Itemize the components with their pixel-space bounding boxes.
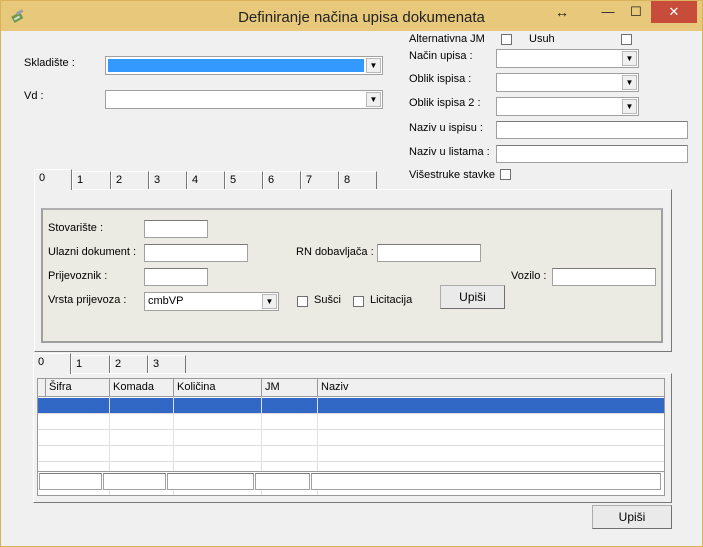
bottom-tab-0[interactable]: 0: [33, 353, 71, 374]
susci-checkbox[interactable]: [297, 296, 308, 307]
vrsta-prijevoza-label: Vrsta prijevoza :: [48, 294, 127, 306]
vozilo-input[interactable]: [552, 268, 656, 286]
details-groupbox: Stovarište : Ulazni dokument : RN dobavl…: [41, 208, 663, 343]
sifra-input[interactable]: [39, 473, 102, 490]
top-tab-4[interactable]: 4: [187, 171, 225, 189]
naziv-u-ispisu-input[interactable]: [496, 121, 688, 139]
usuh-checkbox[interactable]: [621, 34, 632, 45]
top-tab-panel: Stovarište : Ulazni dokument : RN dobavl…: [34, 189, 672, 352]
items-grid[interactable]: Šifra Komada Količina JM Naziv: [37, 378, 665, 496]
vozilo-label: Vozilo :: [511, 270, 547, 282]
nacin-upisa-label: Način upisa :: [409, 50, 473, 62]
oblik-ispisa-combo[interactable]: ▼: [496, 73, 639, 92]
vd-label: Vd :: [24, 90, 44, 102]
komada-input[interactable]: [103, 473, 166, 490]
naziv-u-listama-label: Naziv u listama :: [409, 146, 490, 158]
naziv-input[interactable]: [311, 473, 661, 490]
bottom-tab-panel: Šifra Komada Količina JM Naziv: [33, 373, 672, 503]
row-indicator-header: [38, 379, 46, 396]
vd-combo[interactable]: ▼: [105, 90, 383, 109]
chevron-down-icon[interactable]: ▼: [622, 99, 637, 114]
top-tab-8[interactable]: 8: [339, 171, 377, 189]
top-tabstrip: 0 1 2 3 4 5 6 7 8: [34, 169, 384, 190]
chevron-down-icon[interactable]: ▼: [366, 92, 381, 107]
nacin-upisa-combo[interactable]: ▼: [496, 49, 639, 68]
grid-col-kolicina[interactable]: Količina: [174, 379, 262, 396]
grid-col-komada[interactable]: Komada: [110, 379, 174, 396]
selection-highlight: [108, 59, 364, 72]
visestruke-stavke-checkbox[interactable]: [500, 169, 511, 180]
licitacija-label: Licitacija: [370, 294, 413, 306]
top-tab-0[interactable]: 0: [34, 169, 72, 190]
table-row[interactable]: [38, 446, 664, 462]
chevron-down-icon[interactable]: ▼: [622, 51, 637, 66]
susci-label: Sušci: [314, 294, 341, 306]
ulazni-dokument-input[interactable]: [144, 244, 248, 262]
panel-upisi-button[interactable]: Upiši: [440, 285, 505, 309]
maximize-button[interactable]: ☐: [623, 1, 649, 23]
vrsta-prijevoza-value: cmbVP: [148, 295, 184, 307]
chevron-down-icon[interactable]: ▼: [262, 294, 277, 309]
skladiste-label: Skladište :: [24, 57, 75, 69]
close-button[interactable]: ✕: [651, 1, 697, 23]
naziv-u-ispisu-label: Naziv u ispisu :: [409, 122, 483, 134]
jm-input[interactable]: [255, 473, 310, 490]
alternativna-jm-label: Alternativna JM: [409, 33, 485, 45]
table-row[interactable]: [38, 430, 664, 446]
chevron-down-icon[interactable]: ▼: [366, 58, 381, 73]
oblik-ispisa2-label: Oblik ispisa 2 :: [409, 97, 481, 109]
visestruke-stavke-label: Višestruke stavke: [409, 169, 496, 181]
prijevoznik-input[interactable]: [144, 268, 208, 286]
top-tab-1[interactable]: 1: [72, 171, 111, 189]
grid-col-jm[interactable]: JM: [262, 379, 318, 396]
client-area: Skladište : ▼ Vd : ▼ Alternativna JM Usu…: [9, 31, 696, 540]
top-tab-7[interactable]: 7: [301, 171, 339, 189]
prijevoznik-label: Prijevoznik :: [48, 270, 108, 282]
bottom-tabstrip: 0 1 2 3: [33, 353, 193, 374]
title-bar[interactable]: Definiranje načina upisa dokumenata ↔ — …: [1, 1, 702, 31]
table-row[interactable]: [38, 414, 664, 430]
resize-icon[interactable]: ↔: [549, 1, 575, 23]
grid-header: Šifra Komada Količina JM Naziv: [38, 379, 664, 397]
grid-col-naziv[interactable]: Naziv: [318, 379, 664, 396]
naziv-u-listama-input[interactable]: [496, 145, 688, 163]
minimize-button[interactable]: —: [595, 1, 621, 23]
licitacija-checkbox[interactable]: [353, 296, 364, 307]
skladiste-combo[interactable]: ▼: [105, 56, 383, 75]
top-tab-6[interactable]: 6: [263, 171, 301, 189]
bottom-tab-3[interactable]: 3: [148, 355, 186, 373]
rn-dobavljaca-input[interactable]: [377, 244, 481, 262]
rn-dobavljaca-label: RN dobavljača :: [296, 246, 374, 258]
bottom-tab-2[interactable]: 2: [110, 355, 148, 373]
bottom-tab-1[interactable]: 1: [71, 355, 110, 373]
table-row[interactable]: [38, 398, 664, 414]
grid-input-row: [38, 471, 664, 491]
chevron-down-icon[interactable]: ▼: [622, 75, 637, 90]
main-window: Definiranje načina upisa dokumenata ↔ — …: [0, 0, 703, 547]
vrsta-prijevoza-combo[interactable]: cmbVP ▼: [144, 292, 279, 311]
usuh-label: Usuh: [529, 33, 555, 45]
top-tab-2[interactable]: 2: [111, 171, 149, 189]
oblik-ispisa-label: Oblik ispisa :: [409, 73, 472, 85]
stovariste-label: Stovarište :: [48, 222, 104, 234]
kolicina-input[interactable]: [167, 473, 254, 490]
ulazni-dokument-label: Ulazni dokument :: [48, 246, 137, 258]
oblik-ispisa2-combo[interactable]: ▼: [496, 97, 639, 116]
stovariste-input[interactable]: [144, 220, 208, 238]
grid-col-sifra[interactable]: Šifra: [46, 379, 110, 396]
alternativna-jm-checkbox[interactable]: [501, 34, 512, 45]
top-tab-3[interactable]: 3: [149, 171, 187, 189]
upisi-button[interactable]: Upiši: [592, 505, 672, 529]
top-tab-5[interactable]: 5: [225, 171, 263, 189]
